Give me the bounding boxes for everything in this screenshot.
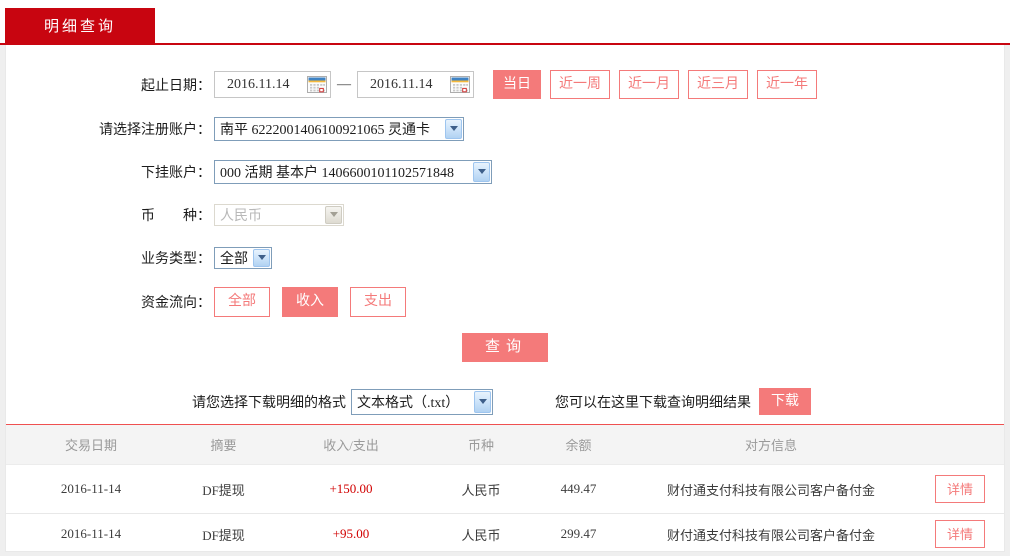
tab-bar: 明细查询 [0, 0, 1010, 43]
content-panel: 起止日期： 2016.11.14 — 2016.11.14 当日 近一周 近一月… [5, 45, 1005, 552]
cell-date: 2016-11-14 [60, 481, 122, 496]
cell-date: 2016-11-14 [60, 526, 122, 541]
date-range-separator: — [337, 76, 351, 92]
detail-button[interactable]: 详情 [934, 520, 985, 548]
quick-button-today[interactable]: 当日 [493, 70, 541, 99]
table-row: 2016-11-14 DF提现 +150.00 人民币 449.47 财付通支付… [6, 465, 1004, 514]
cell-currency: 人民币 [461, 527, 501, 543]
query-button[interactable]: 查询 [462, 333, 548, 362]
table-row: 2016-11-14 DF提现 +95.00 人民币 299.47 财付通支付科… [6, 514, 1004, 551]
fundflow-income-button[interactable]: 收入 [282, 287, 338, 317]
download-row: 请您选择下载明细的格式 文本格式（.txt） 您可以在这里下载查询明细结果 下载 [6, 388, 1004, 415]
download-format-select[interactable]: 文本格式（.txt） [351, 388, 493, 415]
calendar-icon[interactable] [307, 76, 327, 93]
detail-button[interactable]: 详情 [934, 475, 985, 503]
page: 明细查询 起止日期： 2016.11.14 — 2016.11.14 当日 近一… [0, 0, 1010, 556]
cell-action: 详情 [916, 475, 1004, 503]
register-account-row: 请选择注册账户： 南平 6222001406100921065 灵通卡 [6, 115, 1004, 142]
chevron-down-icon [473, 161, 490, 182]
cell-balance: 449.47 [560, 481, 597, 496]
fundflow-all-button[interactable]: 全部 [214, 287, 270, 317]
calendar-icon[interactable] [450, 76, 470, 93]
quick-button-1week[interactable]: 近一周 [550, 70, 610, 99]
query-form: 起止日期： 2016.11.14 — 2016.11.14 当日 近一周 近一月… [6, 45, 1004, 362]
biz-type-label: 业务类型： [141, 251, 211, 267]
cell-currency: 人民币 [461, 482, 501, 498]
fund-flow-label: 资金流向： [141, 296, 211, 311]
cell-summary: DF提现 [202, 482, 245, 498]
currency-select: 人民币 [214, 203, 344, 226]
sub-account-row: 下挂账户： 000 活期 基本户 1406600101102571848 [6, 158, 1004, 185]
currency-label: 币 种： [141, 208, 211, 224]
cell-summary: DF提现 [202, 527, 245, 543]
query-row: 查询 [6, 333, 1004, 362]
download-format-value: 文本格式（.txt） [357, 395, 460, 411]
download-button[interactable]: 下载 [759, 388, 811, 415]
biz-type-row: 业务类型： 全部 [6, 244, 1004, 271]
date-range-row: 起止日期： 2016.11.14 — 2016.11.14 当日 近一周 近一月… [6, 70, 1004, 99]
biz-type-select[interactable]: 全部 [214, 246, 272, 269]
chevron-down-icon [253, 248, 270, 267]
col-header-balance: 余额 [565, 438, 592, 453]
register-account-value: 南平 6222001406100921065 灵通卡 [220, 122, 430, 138]
fund-flow-row: 资金流向： 全部 收入 支出 [6, 287, 1004, 317]
download-format-label: 请您选择下载明细的格式 [192, 395, 346, 411]
chevron-down-icon [445, 118, 462, 139]
cell-counterparty: 财付通支付科技有限公司客户备付金 [666, 482, 875, 498]
quick-button-3month[interactable]: 近三月 [688, 70, 748, 99]
date-range-label: 起止日期： [141, 78, 211, 94]
biz-type-value: 全部 [220, 251, 248, 267]
fundflow-expense-button[interactable]: 支出 [350, 287, 406, 317]
chevron-down-icon [474, 390, 491, 413]
download-hint: 您可以在这里下载查询明细结果 [555, 395, 751, 411]
end-date-input[interactable]: 2016.11.14 [357, 71, 474, 98]
cell-amount: +150.00 [329, 481, 373, 496]
col-header-date: 交易日期 [64, 438, 117, 453]
start-date-value: 2016.11.14 [227, 76, 290, 92]
quick-button-1year[interactable]: 近一年 [757, 70, 817, 99]
start-date-input[interactable]: 2016.11.14 [214, 71, 331, 98]
currency-row: 币 种： 人民币 [6, 201, 1004, 228]
sub-account-select[interactable]: 000 活期 基本户 1406600101102571848 [214, 159, 492, 184]
cell-action: 详情 [916, 520, 1004, 548]
sub-account-value: 000 活期 基本户 1406600101102571848 [220, 165, 454, 181]
end-date-value: 2016.11.14 [370, 76, 433, 92]
tab-detail-query[interactable]: 明细查询 [5, 8, 155, 43]
chevron-down-icon [325, 205, 342, 224]
quick-button-1month[interactable]: 近一月 [619, 70, 679, 99]
cell-balance: 299.47 [560, 526, 597, 541]
col-header-summary: 摘要 [210, 438, 237, 453]
col-header-counterparty: 对方信息 [744, 438, 797, 453]
col-header-inout: 收入/支出 [323, 438, 379, 453]
cell-counterparty: 财付通支付科技有限公司客户备付金 [666, 527, 875, 543]
table-header-row: 交易日期 摘要 收入/支出 币种 余额 对方信息 [6, 425, 1004, 465]
register-account-select[interactable]: 南平 6222001406100921065 灵通卡 [214, 116, 464, 141]
currency-value: 人民币 [220, 208, 262, 224]
col-header-currency: 币种 [467, 438, 494, 453]
register-account-label: 请选择注册账户： [99, 122, 211, 138]
cell-amount: +95.00 [332, 526, 370, 541]
sub-account-label: 下挂账户： [141, 165, 211, 181]
